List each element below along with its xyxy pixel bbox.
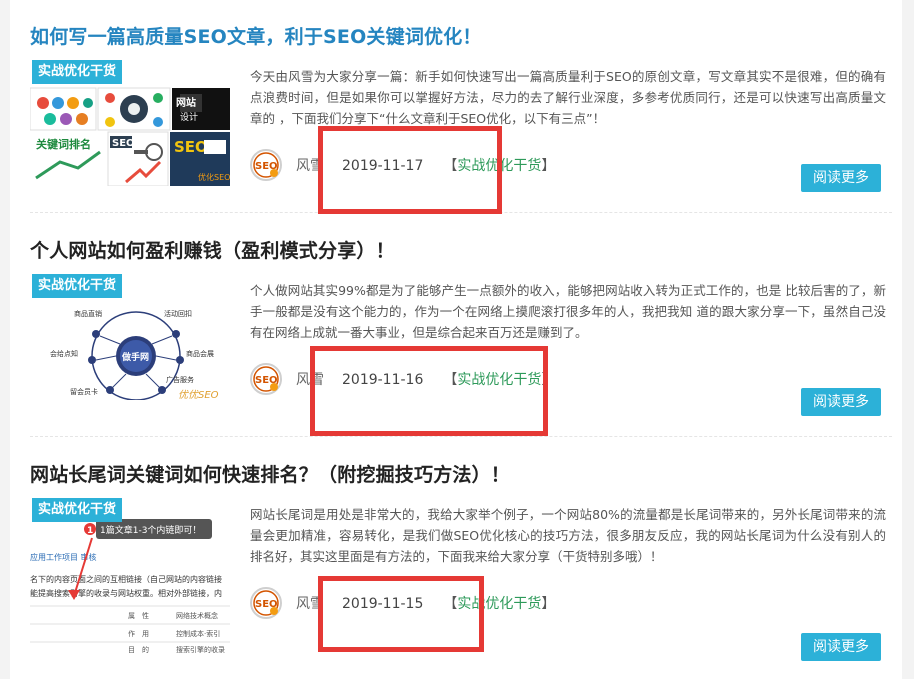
svg-text:用: 用 bbox=[142, 630, 149, 638]
author-avatar: SEO bbox=[250, 587, 282, 619]
svg-text:网络技术概念: 网络技术概念 bbox=[176, 611, 218, 620]
article-title[interactable]: 个人网站如何盈利赚钱（盈利模式分享）！ bbox=[30, 236, 395, 263]
bracket-close: 】 bbox=[541, 596, 556, 612]
thumb-text-wang: 网站 bbox=[176, 96, 196, 109]
diagram-node-label: 商品直销 bbox=[74, 309, 102, 318]
seo-logo-icon: SEO bbox=[253, 366, 279, 392]
article-excerpt: 个人做网站其实99%都是为了能够产生一点额外的收入，能够把网站收入转为正式工作的… bbox=[250, 283, 886, 340]
page-frame-left bbox=[0, 0, 10, 679]
seo-logo-icon: SEO bbox=[253, 152, 279, 178]
thumb-text-seo-2: SEO bbox=[174, 138, 208, 156]
thumb-text-keyword: 关键词排名 bbox=[36, 137, 91, 151]
diagram-watermark: 优优SEO bbox=[178, 389, 219, 400]
svg-text:作: 作 bbox=[128, 629, 135, 638]
read-more-button[interactable]: 阅读更多 bbox=[801, 164, 881, 192]
svg-text:属: 属 bbox=[128, 612, 135, 620]
article-thumbnail[interactable]: 网站 设计 关键词排名 SEO SEO 优化SEO 实战优化干货 bbox=[30, 56, 230, 186]
diagram-node-label: 留会员卡 bbox=[70, 387, 98, 396]
article-excerpt: 网站长尾词是用处是非常大的，我给大家举个例子，一个网站80%的流量都是长尾词带来… bbox=[250, 507, 886, 564]
diagram-node-label: 商品会展 bbox=[186, 349, 214, 358]
tip-badge: 1 bbox=[87, 526, 93, 536]
screenshot-line: 名下的内容页面之间的互相链接（自己网站的内容链接 bbox=[30, 574, 222, 584]
thumb-text-she: 设计 bbox=[180, 111, 198, 123]
svg-text:的: 的 bbox=[142, 645, 149, 654]
seo-logo-icon: SEO bbox=[253, 590, 279, 616]
thumb-text-watermark: 优化SEO bbox=[198, 172, 230, 182]
article-title[interactable]: 如何写一篇高质量SEO文章，利于SEO关键词优化！ bbox=[30, 22, 482, 49]
page-frame-right bbox=[902, 0, 914, 679]
bracket-close: 】 bbox=[541, 158, 556, 174]
category-tag[interactable]: 实战优化干货 bbox=[32, 498, 123, 522]
thumb-text-seo-1: SEO bbox=[112, 138, 135, 149]
article-divider bbox=[30, 436, 892, 437]
svg-text:控制成本·索引: 控制成本·索引 bbox=[176, 629, 220, 638]
diagram-node-label: 广告服务 bbox=[166, 375, 194, 384]
diagram-node-label: 会给点知 bbox=[50, 349, 78, 358]
read-more-button[interactable]: 阅读更多 bbox=[801, 388, 881, 416]
annotation-highlight-box bbox=[318, 576, 484, 652]
annotation-highlight-box bbox=[318, 126, 502, 214]
screenshot-line: 能提高搜索引擎的收录与网站权重。相对外部链接，内 bbox=[30, 588, 222, 598]
author-avatar: SEO bbox=[250, 363, 282, 395]
read-more-button[interactable]: 阅读更多 bbox=[801, 633, 881, 661]
author-avatar: SEO bbox=[250, 149, 282, 181]
article-title[interactable]: 网站长尾词关键词如何快速排名？（附挖掘技巧方法）！ bbox=[30, 460, 510, 487]
svg-text:性: 性 bbox=[142, 611, 149, 620]
category-tag[interactable]: 实战优化干货 bbox=[32, 60, 123, 84]
svg-text:搜索引擎的收录: 搜索引擎的收录 bbox=[176, 645, 225, 654]
category-tag[interactable]: 实战优化干货 bbox=[32, 274, 123, 298]
article-excerpt: 今天由风雪为大家分享一篇：新手如何快速写出一篇高质量利于SEO的原创文章，写文章… bbox=[250, 69, 886, 126]
diagram-center-label: 做手网 bbox=[121, 351, 149, 363]
svg-text:目: 目 bbox=[128, 646, 135, 654]
article-thumbnail[interactable]: 做手网 商品直销 活动回扣 会给点知 商品会展 留会员卡 广告服务 优优SEO … bbox=[30, 270, 230, 400]
annotation-highlight-box bbox=[310, 346, 548, 436]
tip-text: 1篇文章1-3个内链即可！ bbox=[100, 524, 201, 536]
diagram-node-label: 活动回扣 bbox=[164, 309, 192, 318]
article-thumbnail[interactable]: 1 1篇文章1-3个内链即可！ 应用工作项目 审核 名下的内容页面之间的互相链接… bbox=[30, 494, 230, 654]
